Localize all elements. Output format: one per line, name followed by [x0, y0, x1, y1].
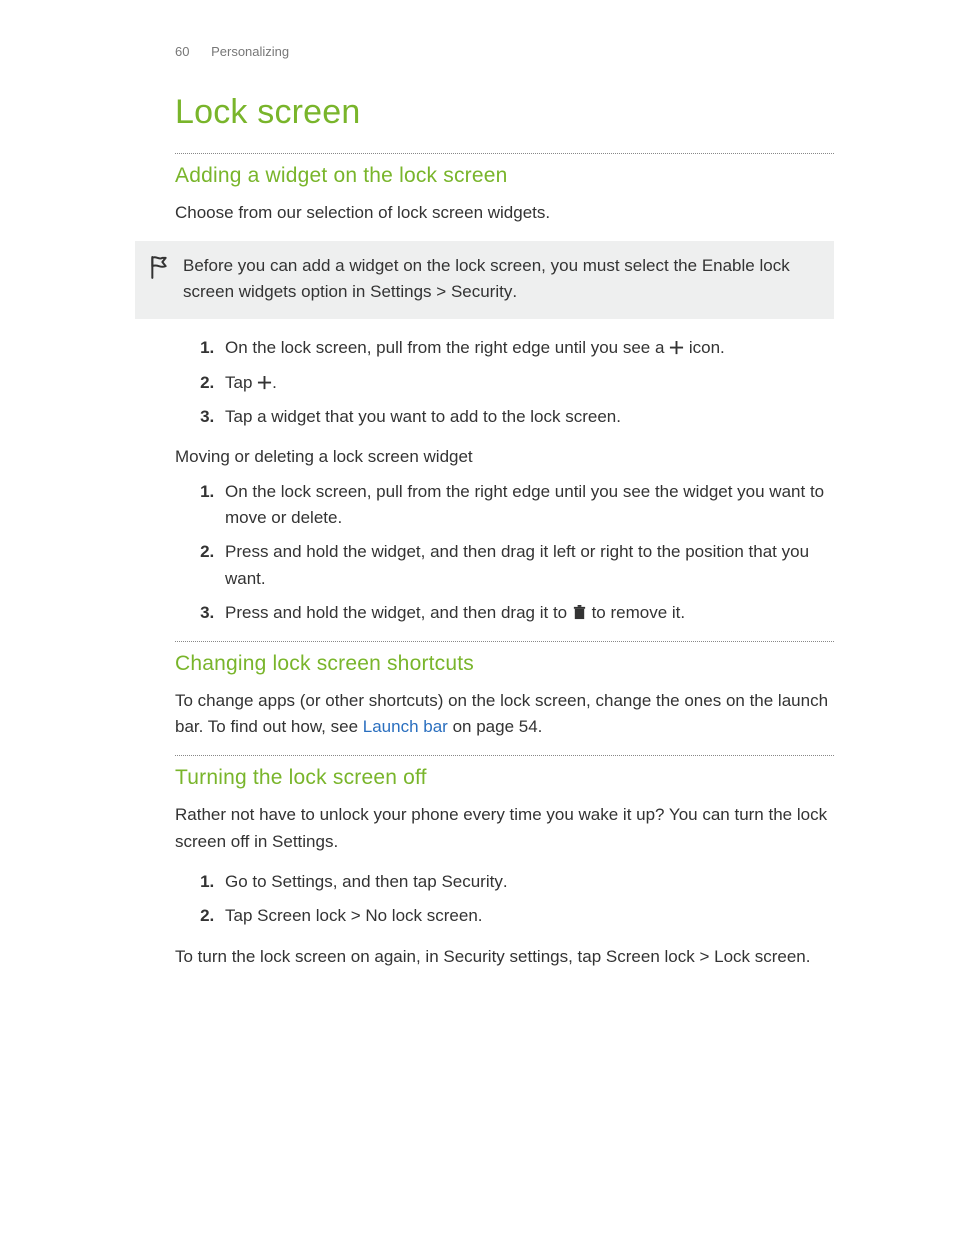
step-item: Tap a widget that you want to add to the…	[219, 404, 834, 430]
body-text: To change apps (or other shortcuts) on t…	[175, 688, 834, 741]
plus-icon	[669, 340, 684, 355]
ordered-steps: On the lock screen, pull from the right …	[175, 335, 834, 430]
section-heading-changing-shortcuts: Changing lock screen shortcuts	[175, 648, 834, 681]
step-item: Press and hold the widget, and then drag…	[219, 539, 834, 592]
running-header: 60 Personalizing	[175, 42, 834, 62]
note-text: Before you can add a widget on the lock …	[183, 253, 814, 306]
chapter-name: Personalizing	[211, 44, 289, 59]
bold-text: Lock screen	[714, 947, 806, 966]
section-heading-adding-widget: Adding a widget on the lock screen	[175, 160, 834, 193]
body-text: Rather not have to unlock your phone eve…	[175, 802, 834, 855]
bold-text: Screen lock	[257, 906, 346, 925]
bold-text: Screen lock	[606, 947, 695, 966]
step-item: Go to Settings, and then tap Security.	[219, 869, 834, 895]
bold-text: No lock screen	[365, 906, 477, 925]
body-text: To turn the lock screen on again, in Sec…	[175, 944, 834, 970]
step-item: On the lock screen, pull from the right …	[219, 479, 834, 532]
note-callout: Before you can add a widget on the lock …	[135, 241, 834, 320]
step-item: Press and hold the widget, and then drag…	[219, 600, 834, 626]
subsection-heading: Moving or deleting a lock screen widget	[175, 444, 834, 470]
document-page: 60 Personalizing Lock screen Adding a wi…	[0, 0, 954, 1024]
divider	[175, 755, 834, 756]
bold-text: Settings	[370, 282, 431, 301]
flag-icon	[149, 253, 183, 287]
divider	[175, 641, 834, 642]
bold-text: Security	[441, 872, 502, 891]
step-item: Tap Screen lock > No lock screen.	[219, 903, 834, 929]
link-launch-bar[interactable]: Launch bar	[363, 717, 448, 736]
step-item: On the lock screen, pull from the right …	[219, 335, 834, 361]
trash-icon	[572, 605, 587, 620]
page-number: 60	[175, 44, 189, 59]
ordered-steps: Go to Settings, and then tap Security. T…	[175, 869, 834, 930]
plus-icon	[257, 375, 272, 390]
bold-text: Security	[451, 282, 512, 301]
section-heading-turning-off: Turning the lock screen off	[175, 762, 834, 795]
ordered-steps: On the lock screen, pull from the right …	[175, 479, 834, 627]
body-text: Choose from our selection of lock screen…	[175, 200, 834, 226]
divider	[175, 153, 834, 154]
page-title: Lock screen	[175, 86, 834, 139]
step-item: Tap .	[219, 370, 834, 396]
